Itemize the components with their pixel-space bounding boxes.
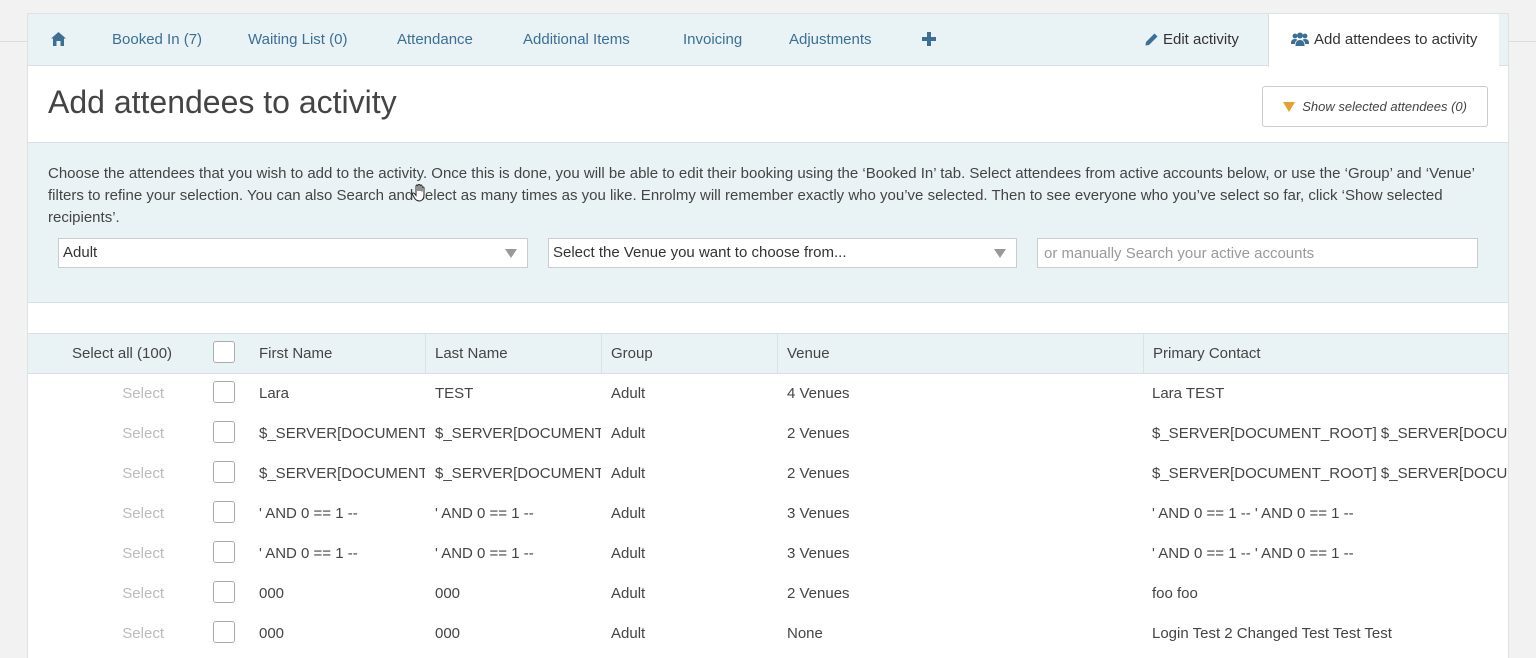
row-checkbox[interactable]	[213, 541, 235, 563]
table-row: Select 000 000 Adult None Login Test 2 Change…	[28, 614, 1508, 654]
cell-group: Adult	[611, 425, 646, 442]
page-title: Add attendees to activity	[48, 84, 397, 120]
venue-select[interactable]: Select the Venue you want to choose from…	[548, 238, 1017, 268]
tab-home[interactable]	[51, 14, 71, 66]
table-row: Select ' AND 0 == 1 -- ' AND 0 == 1 -- Adul…	[28, 494, 1508, 534]
row-checkbox[interactable]	[213, 381, 235, 403]
cell-primary-contact: ' AND 0 == 1 -- ' AND 0 == 1 --	[1152, 545, 1354, 562]
cell-group: Adult	[611, 625, 646, 642]
show-selected-attendees-button[interactable]: Show selected attendees (0)	[1262, 86, 1488, 127]
cell-first-name: ' AND 0 == 1 --	[259, 505, 358, 522]
home-icon	[51, 32, 66, 46]
cell-group: Adult	[611, 465, 646, 482]
tab-add-attendees[interactable]: Add attendees to activity	[1268, 14, 1500, 67]
header-group[interactable]: Group	[602, 334, 778, 374]
select-link[interactable]: Select	[54, 534, 164, 574]
cell-first-name: ' AND 0 == 1 --	[259, 545, 358, 562]
row-checkbox[interactable]	[213, 461, 235, 483]
table-row: Select $_SERVER[DOCUMENT_ROOT] $_SERVER[DO…	[28, 454, 1508, 494]
pencil-icon	[1145, 33, 1158, 46]
cell-first-name: 000	[259, 625, 285, 642]
select-link[interactable]: Select	[54, 614, 164, 654]
cell-last-name: $_SERVER[DOCUMENT_ROOT]	[435, 425, 601, 442]
hand-cursor-icon	[411, 184, 425, 202]
cell-primary-contact: $_SERVER[DOCUMENT_ROOT] $_SERVER[DOCUMEN…	[1152, 465, 1508, 482]
tab-add[interactable]	[922, 14, 941, 66]
table-row: Select $_SERVER[DOCUMENT_ROOT] $_SERVER[DO…	[28, 414, 1508, 454]
select-link[interactable]: Select	[54, 494, 164, 534]
cell-group: Adult	[611, 505, 646, 522]
filter-icon	[1283, 102, 1296, 112]
cell-venue: 2 Venues	[787, 465, 850, 482]
tab-adjustments[interactable]: Adjustments	[789, 14, 872, 66]
table-row: Select 000 000 Adult 2 Venues foo foo	[28, 574, 1508, 614]
header-venue[interactable]: Venue	[778, 334, 1144, 374]
cell-last-name: 000	[435, 625, 461, 642]
cell-venue: 2 Venues	[787, 585, 850, 602]
row-checkbox[interactable]	[213, 501, 235, 523]
chevron-down-icon	[994, 249, 1006, 258]
cell-group: Adult	[611, 545, 646, 562]
table-header: Select all (100) First Name Last Name Gr…	[28, 333, 1508, 374]
tab-add-attendees-label: Add attendees to activity	[1314, 31, 1478, 48]
cell-last-name: TEST	[435, 385, 474, 402]
cell-last-name: 000	[435, 585, 461, 602]
filter-section: Choose the attendees that you wish to ad…	[28, 142, 1508, 303]
show-selected-label: Show selected attendees (0)	[1302, 99, 1467, 114]
select-link[interactable]: Select	[54, 454, 164, 494]
cell-first-name: Lara	[259, 385, 290, 402]
activity-panel: Booked In (7) Waiting List (0) Attendanc…	[27, 13, 1509, 658]
tab-additional-items[interactable]: Additional Items	[523, 14, 630, 66]
plus-icon	[922, 32, 936, 46]
tab-edit-activity-label: Edit activity	[1163, 31, 1239, 48]
tab-edit-activity[interactable]: Edit activity	[1145, 14, 1239, 66]
cell-group: Adult	[611, 585, 646, 602]
cell-primary-contact: $_SERVER[DOCUMENT_ROOT] $_SERVER[DOCUMEN…	[1152, 425, 1508, 442]
cell-first-name: 000	[259, 585, 285, 602]
search-input[interactable]	[1037, 238, 1478, 268]
header-last-name[interactable]: Last Name	[426, 334, 602, 374]
header-primary-contact[interactable]: Primary Contact	[1144, 334, 1508, 374]
cell-venue: 3 Venues	[787, 545, 850, 562]
table-row: Select Lara TEST Adult 4 Venues Lara TEST	[28, 374, 1508, 414]
cell-primary-contact: foo foo	[1152, 585, 1198, 602]
row-checkbox[interactable]	[213, 581, 235, 603]
cell-venue: 2 Venues	[787, 425, 850, 442]
select-link[interactable]: Select	[54, 414, 164, 454]
tab-waiting-list[interactable]: Waiting List (0)	[248, 14, 347, 66]
row-checkbox[interactable]	[213, 421, 235, 443]
venue-select-value: Select the Venue you want to choose from…	[553, 244, 847, 261]
select-link[interactable]: Select	[54, 374, 164, 414]
cell-last-name: $_SERVER[DOCUMENT_ROOT]	[435, 465, 601, 482]
select-all-checkbox[interactable]	[213, 341, 235, 363]
cell-venue: 3 Venues	[787, 505, 850, 522]
row-checkbox[interactable]	[213, 621, 235, 643]
chevron-down-icon	[505, 249, 517, 258]
group-select[interactable]: Adult	[58, 238, 528, 268]
select-link[interactable]: Select	[54, 574, 164, 614]
cell-first-name: $_SERVER[DOCUMENT_ROOT]	[259, 465, 425, 482]
cell-last-name: ' AND 0 == 1 --	[435, 545, 534, 562]
tab-bar: Booked In (7) Waiting List (0) Attendanc…	[28, 14, 1508, 67]
header-first-name[interactable]: First Name	[250, 334, 426, 374]
tab-attendance[interactable]: Attendance	[397, 14, 473, 66]
cell-venue: None	[787, 625, 823, 642]
cell-primary-contact: ' AND 0 == 1 -- ' AND 0 == 1 --	[1152, 505, 1354, 522]
table-row: Select ' AND 0 == 1 -- ' AND 0 == 1 -- Adul…	[28, 534, 1508, 574]
cell-last-name: ' AND 0 == 1 --	[435, 505, 534, 522]
users-icon	[1291, 32, 1309, 46]
cell-group: Adult	[611, 385, 646, 402]
tab-invoicing[interactable]: Invoicing	[683, 14, 742, 66]
tab-booked-in[interactable]: Booked In (7)	[112, 14, 202, 66]
group-select-value: Adult	[63, 244, 98, 261]
instructions-text: Choose the attendees that you wish to ad…	[48, 165, 1475, 226]
cell-first-name: $_SERVER[DOCUMENT_ROOT]	[259, 425, 425, 442]
cell-venue: 4 Venues	[787, 385, 850, 402]
cell-primary-contact: Login Test 2 Changed Test Test Test	[1152, 625, 1392, 642]
cell-primary-contact: Lara TEST	[1152, 385, 1225, 402]
